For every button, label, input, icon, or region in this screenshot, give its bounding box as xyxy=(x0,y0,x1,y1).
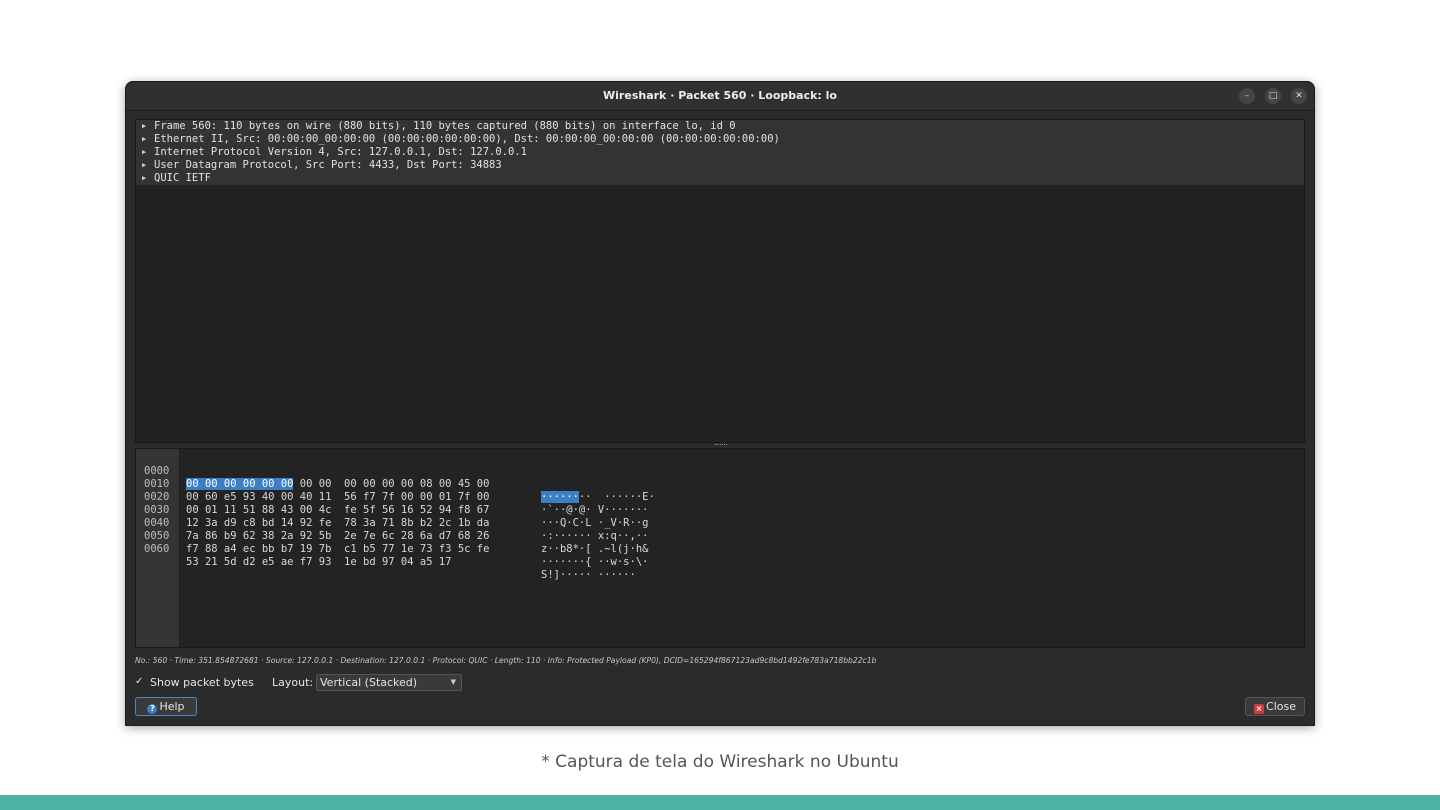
hex-bytes[interactable]: f7 88 a4 ec bb b7 19 7b c1 b5 77 1e 73 f… xyxy=(186,543,489,556)
hex-ascii[interactable]: z··b8*·[ .~l(j·h& xyxy=(541,543,648,556)
hex-row[interactable]: 0060 53 21 5d d2 e5 ae f7 93 1e bd 97 04… xyxy=(136,530,636,581)
hex-row[interactable]: 0010 00 60 e5 93 40 00 40 11 56 f7 7f 00… xyxy=(136,465,648,516)
layout-dropdown[interactable]: Vertical (Stacked) ▼ xyxy=(316,674,462,691)
hex-row[interactable]: 0020 00 01 11 51 88 43 00 4c fe 5f 56 16… xyxy=(136,478,648,529)
packet-bytes-pane[interactable]: 0000 00 00 00 00 00 00 00 00 00 00 00 00… xyxy=(135,448,1305,648)
expand-arrow-icon[interactable]: ▶ xyxy=(142,172,154,185)
minimize-icon[interactable]: – xyxy=(1239,88,1255,104)
tree-row-quic[interactable]: ▶ QUIC IETF xyxy=(136,172,1304,185)
close-button[interactable]: × Close xyxy=(1245,697,1305,716)
tree-row-label: Frame 560: 110 bytes on wire (880 bits),… xyxy=(154,120,736,132)
hex-bytes[interactable]: 00 01 11 51 88 43 00 4c fe 5f 56 16 52 9… xyxy=(186,504,489,517)
hex-ascii-selected[interactable]: ······ xyxy=(541,491,579,503)
title-bar[interactable]: Wireshark · Packet 560 · Loopback: lo – … xyxy=(126,82,1314,111)
close-window-icon[interactable]: ✕ xyxy=(1291,88,1307,104)
hex-ascii-rest[interactable]: ·· ······E· xyxy=(579,491,655,503)
hex-bytes[interactable]: 12 3a d9 c8 bd 14 92 fe 78 3a 71 8b b2 2… xyxy=(186,517,489,530)
hex-ascii[interactable]: ········ ······E· xyxy=(541,491,655,504)
help-icon: ? xyxy=(147,704,158,714)
tree-row-label: QUIC IETF xyxy=(154,172,211,184)
show-bytes-label[interactable]: Show packet bytes xyxy=(150,676,254,690)
show-bytes-checkbox[interactable]: ✓ xyxy=(135,676,145,688)
hex-row[interactable]: 0030 12 3a d9 c8 bd 14 92 fe 78 3a 71 8b… xyxy=(136,491,648,542)
tree-row-label: Internet Protocol Version 4, Src: 127.0.… xyxy=(154,146,527,158)
close-button-label: Close xyxy=(1266,700,1296,713)
tree-row-ip[interactable]: ▶ Internet Protocol Version 4, Src: 127.0… xyxy=(136,146,1304,159)
tree-row-ethernet[interactable]: ▶ Ethernet II, Src: 00:00:00_00:00:00 (00… xyxy=(136,133,1304,146)
slide-caption: * Captura de tela do Wireshark no Ubuntu xyxy=(541,752,899,772)
hex-offset: 0060 xyxy=(144,543,170,555)
tree-row-udp[interactable]: ▶ User Datagram Protocol, Src Port: 4433,… xyxy=(136,159,1304,172)
tree-row-frame[interactable]: ▶ Frame 560: 110 bytes on wire (880 bits)… xyxy=(136,120,1304,133)
help-button-label: Help xyxy=(159,700,185,713)
hex-ascii[interactable]: S!]····· ······ xyxy=(541,569,636,582)
layout-label: Layout: xyxy=(272,676,314,689)
expand-arrow-icon[interactable]: ▶ xyxy=(142,159,154,172)
expand-arrow-icon[interactable]: ▶ xyxy=(142,120,154,133)
tree-row-label: User Datagram Protocol, Src Port: 4433, … xyxy=(154,159,502,171)
window-title: Wireshark · Packet 560 · Loopback: lo xyxy=(603,89,837,102)
packet-details-tree[interactable]: ▶ Frame 560: 110 bytes on wire (880 bits)… xyxy=(135,119,1305,443)
hex-ascii[interactable]: ·······{ ··w·s·\· xyxy=(541,556,648,569)
packet-summary-status: No.: 560 · Time: 351.854872681 · Source:… xyxy=(135,656,877,665)
hex-bytes-selected[interactable]: 00 00 00 00 00 00 xyxy=(186,478,294,490)
help-button[interactable]: ? Help xyxy=(135,697,197,716)
splitter-grip-icon[interactable] xyxy=(715,444,727,447)
hex-bytes[interactable]: 00 60 e5 93 40 00 40 11 56 f7 7f 00 00 0… xyxy=(186,491,489,504)
hex-bytes-rest[interactable]: 00 00 00 00 00 00 08 00 45 00 xyxy=(293,478,490,490)
hex-bytes[interactable]: 00 00 00 00 00 00 00 00 00 00 00 00 08 0… xyxy=(186,478,489,491)
hex-row[interactable]: 0040 7a 86 b9 62 38 2a 92 5b 2e 7e 6c 28… xyxy=(136,504,648,555)
maximize-icon[interactable]: □ xyxy=(1265,88,1281,104)
packet-dialog-window: Wireshark · Packet 560 · Loopback: lo – … xyxy=(125,81,1315,726)
options-row: ✓ Show packet bytes Layout: Vertical (St… xyxy=(135,674,735,692)
hex-ascii[interactable]: ·:······ x:q··,·· xyxy=(541,530,648,543)
layout-value: Vertical (Stacked) xyxy=(320,676,418,689)
hex-row[interactable]: 0050 f7 88 a4 ec bb b7 19 7b c1 b5 77 1e… xyxy=(136,517,648,568)
hex-row[interactable]: 0000 00 00 00 00 00 00 00 00 00 00 00 00… xyxy=(136,452,655,503)
hex-ascii[interactable]: ···Q·C·L ·_V·R··g xyxy=(541,517,648,530)
tree-rows: ▶ Frame 560: 110 bytes on wire (880 bits)… xyxy=(136,120,1304,185)
tree-row-label: Ethernet II, Src: 00:00:00_00:00:00 (00:… xyxy=(154,133,780,145)
expand-arrow-icon[interactable]: ▶ xyxy=(142,146,154,159)
hex-bytes[interactable]: 7a 86 b9 62 38 2a 92 5b 2e 7e 6c 28 6a d… xyxy=(186,530,489,543)
chevron-down-icon: ▼ xyxy=(450,678,456,686)
hex-ascii[interactable]: ·`··@·@· V······· xyxy=(541,504,648,517)
slide-bottom-bar xyxy=(0,795,1440,810)
hex-bytes[interactable]: 53 21 5d d2 e5 ae f7 93 1e bd 97 04 a5 1… xyxy=(186,556,452,569)
close-icon: × xyxy=(1254,704,1265,714)
expand-arrow-icon[interactable]: ▶ xyxy=(142,133,154,146)
